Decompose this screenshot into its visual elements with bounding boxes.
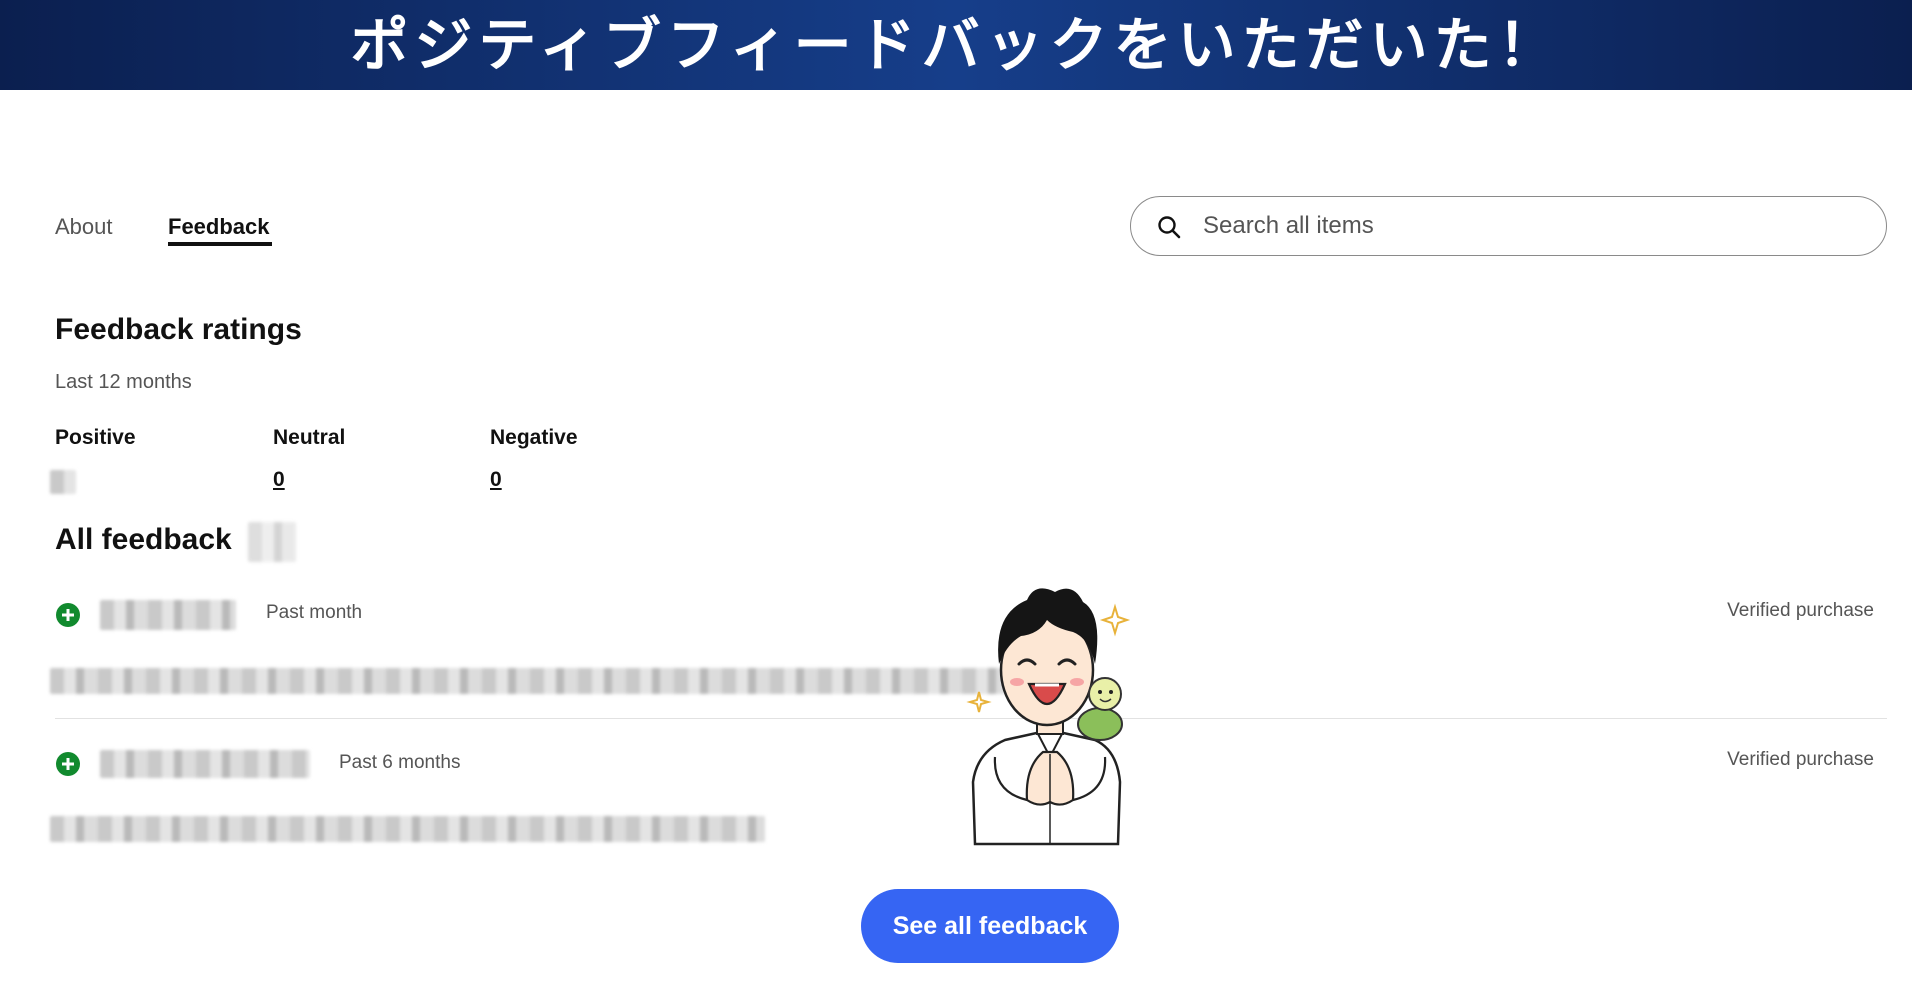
positive-label: Positive (55, 426, 136, 449)
search-input[interactable] (1203, 206, 1843, 246)
positive-rating-icon (56, 752, 80, 776)
tab-about[interactable]: About (55, 214, 113, 240)
negative-count-link[interactable]: 0 (490, 468, 502, 492)
search-bar[interactable] (1130, 196, 1887, 256)
tab-feedback[interactable]: Feedback (168, 214, 270, 240)
feedback-time: Past 6 months (339, 752, 461, 773)
active-tab-indicator (168, 242, 272, 246)
search-icon (1158, 216, 1181, 239)
feedback-count-redacted (248, 522, 296, 562)
feedback-user-redacted[interactable] (100, 750, 310, 778)
verified-purchase-badge: Verified purchase (1727, 749, 1874, 770)
positive-rating-icon (56, 603, 80, 627)
negative-label: Negative (490, 426, 578, 449)
verified-purchase-badge: Verified purchase (1727, 600, 1874, 621)
feedback-comment-redacted (50, 816, 765, 842)
feedback-user-redacted[interactable] (100, 600, 236, 630)
neutral-count-link[interactable]: 0 (273, 468, 285, 492)
ratings-period: Last 12 months (55, 371, 192, 393)
happy-person-illustration (966, 588, 1131, 846)
neutral-label: Neutral (273, 426, 346, 449)
banner-title: ポジティブフィードバックをいただいた！ (350, 11, 1562, 79)
header-banner: ポジティブフィードバックをいただいた！ (0, 0, 1912, 90)
feedback-ratings-heading: Feedback ratings (55, 313, 302, 346)
feedback-comment-redacted (50, 668, 1010, 694)
all-feedback-heading: All feedback (55, 523, 232, 556)
positive-count-redacted[interactable] (50, 470, 76, 494)
feedback-time: Past month (266, 602, 363, 623)
see-all-feedback-button[interactable]: See all feedback (861, 889, 1119, 963)
